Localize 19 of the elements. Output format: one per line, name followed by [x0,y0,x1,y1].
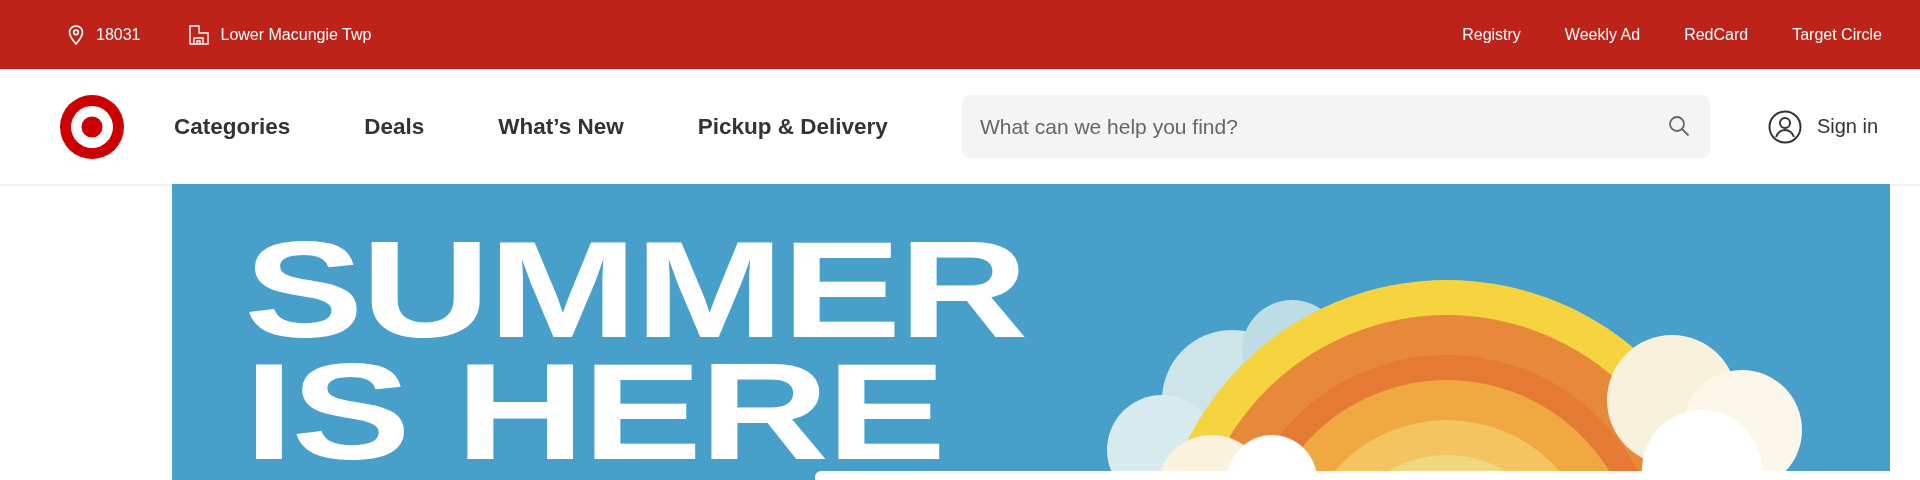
zip-code-link[interactable]: 18031 [68,24,141,45]
account-icon [1767,109,1802,144]
nav-link[interactable]: Deals [364,113,425,140]
nav-link[interactable]: Categories [174,113,291,140]
store-icon [188,24,209,45]
top-link[interactable]: Target Circle [1792,25,1882,44]
store-link[interactable]: Lower Macungie Twp [188,24,372,45]
banner-headline: IS HERE [244,350,944,472]
banner-headline: SUMMER [244,228,1026,350]
bullseye-logo-icon[interactable] [60,94,124,159]
search-icon[interactable] [1667,115,1690,137]
top-link[interactable]: Registry [1462,25,1521,44]
top-link[interactable]: RedCard [1684,25,1749,44]
nav-link[interactable]: Pickup & Delivery [697,113,888,140]
location-pin-icon [68,24,84,45]
top-link[interactable]: Weekly Ad [1564,25,1641,44]
sign-in-link[interactable]: Sign in [1767,109,1879,144]
search-field[interactable]: What can we help you find? [961,95,1710,158]
nav-link[interactable]: What’s New [498,113,624,140]
